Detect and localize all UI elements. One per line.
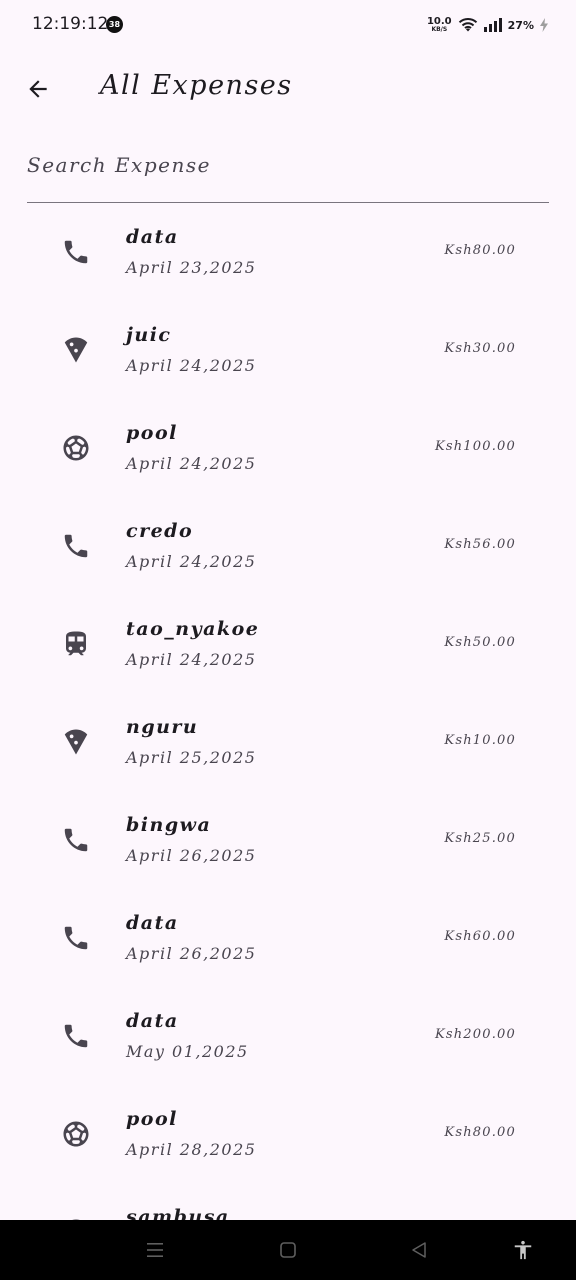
accessibility-button[interactable] xyxy=(505,1232,541,1268)
expense-date: April 23,2025 xyxy=(126,258,257,277)
pizza-icon xyxy=(58,724,94,760)
recents-button[interactable] xyxy=(137,1232,173,1268)
expense-name: tao_nyakoe xyxy=(126,618,260,640)
expense-amount: Ksh10.00 xyxy=(444,733,516,748)
network-speed-value: 10.0 xyxy=(426,16,452,27)
screen: 12:19:12 38 10.0 KB/S 27% All Expenses S… xyxy=(0,0,576,1280)
notification-badge: 38 xyxy=(106,16,123,33)
expense-name: data xyxy=(126,912,179,934)
expense-amount: Ksh56.00 xyxy=(444,537,516,552)
search-field[interactable] xyxy=(27,140,549,203)
expense-name: sambusa xyxy=(126,1206,230,1220)
home-square-icon xyxy=(280,1242,296,1258)
expense-list-item[interactable]: juic April 24,2025 Ksh30.00 xyxy=(0,302,576,400)
signal-icon xyxy=(483,18,502,32)
home-button[interactable] xyxy=(270,1232,306,1268)
expense-date: April 28,2025 xyxy=(126,1140,257,1159)
page-title: All Expenses xyxy=(100,70,293,101)
pizza-icon xyxy=(58,332,94,368)
expense-list-item[interactable]: data May 01,2025 Ksh200.00 xyxy=(0,988,576,1086)
expense-date: April 24,2025 xyxy=(126,356,257,375)
expense-date: April 24,2025 xyxy=(126,650,257,669)
expense-name: credo xyxy=(126,520,194,542)
expense-list-item[interactable]: data April 26,2025 Ksh60.00 xyxy=(0,890,576,988)
phone-icon xyxy=(58,920,94,956)
expense-amount: Ksh60.00 xyxy=(444,929,516,944)
expense-list-item[interactable]: tao_nyakoe April 24,2025 Ksh50.00 xyxy=(0,596,576,694)
charging-icon xyxy=(540,18,548,32)
expense-list-item[interactable]: pool April 24,2025 Ksh100.00 xyxy=(0,400,576,498)
network-speed-unit: KB/S xyxy=(431,26,448,33)
expense-list-item[interactable]: nguru April 25,2025 Ksh10.00 xyxy=(0,694,576,792)
train-icon xyxy=(58,626,94,662)
expense-name: juic xyxy=(126,324,172,346)
status-bar: 12:19:12 38 10.0 KB/S 27% xyxy=(0,0,576,50)
expense-list-item[interactable]: bingwa April 26,2025 Ksh25.00 xyxy=(0,792,576,890)
expense-name: pool xyxy=(126,1108,178,1130)
expense-date: April 24,2025 xyxy=(126,454,257,473)
expense-name: nguru xyxy=(126,716,199,738)
wifi-icon xyxy=(458,18,477,32)
soccer-ball-icon xyxy=(58,1116,94,1152)
back-triangle-icon xyxy=(412,1242,426,1258)
network-speed: 10.0 KB/S xyxy=(426,16,452,34)
system-back-button[interactable] xyxy=(401,1232,437,1268)
expense-list-item[interactable]: credo April 24,2025 Ksh56.00 xyxy=(0,498,576,596)
expense-list[interactable]: data April 23,2025 Ksh80.00 juic April 2… xyxy=(0,204,576,1220)
expense-name: pool xyxy=(126,422,178,444)
arrow-left-icon xyxy=(29,80,47,98)
menu-icon xyxy=(147,1243,163,1257)
expense-amount: Ksh25.00 xyxy=(444,831,516,846)
status-icons: 10.0 KB/S 27% xyxy=(427,14,548,36)
expense-amount: Ksh200.00 xyxy=(434,1027,516,1042)
phone-icon xyxy=(58,528,94,564)
expense-amount: Ksh80.00 xyxy=(444,1125,516,1140)
battery-level: 27% xyxy=(507,18,534,32)
accessibility-icon xyxy=(514,1240,532,1260)
expense-date: April 26,2025 xyxy=(126,846,257,865)
expense-date: April 25,2025 xyxy=(126,748,257,767)
expense-date: April 24,2025 xyxy=(126,552,257,571)
phone-icon xyxy=(58,822,94,858)
phone-icon xyxy=(58,1018,94,1054)
expense-date: April 26,2025 xyxy=(126,944,257,963)
expense-amount: Ksh50.00 xyxy=(444,635,516,650)
search-input[interactable] xyxy=(27,148,547,182)
back-button[interactable] xyxy=(16,67,60,111)
phone-icon xyxy=(58,234,94,270)
expense-list-item[interactable]: sambusa xyxy=(0,1184,576,1220)
expense-name: bingwa xyxy=(126,814,212,836)
expense-name: data xyxy=(126,1010,179,1032)
soccer-ball-icon xyxy=(58,430,94,466)
expense-list-item[interactable]: pool April 28,2025 Ksh80.00 xyxy=(0,1086,576,1184)
expense-amount: Ksh30.00 xyxy=(444,341,516,356)
expense-name: data xyxy=(126,226,179,248)
expense-amount: Ksh100.00 xyxy=(434,439,516,454)
system-nav-bar xyxy=(0,1220,576,1280)
expense-amount: Ksh80.00 xyxy=(444,243,516,258)
expense-date: May 01,2025 xyxy=(126,1042,249,1061)
expense-list-item[interactable]: data April 23,2025 Ksh80.00 xyxy=(0,204,576,302)
status-time: 12:19:12 xyxy=(32,14,109,34)
app-bar: All Expenses xyxy=(0,56,576,122)
